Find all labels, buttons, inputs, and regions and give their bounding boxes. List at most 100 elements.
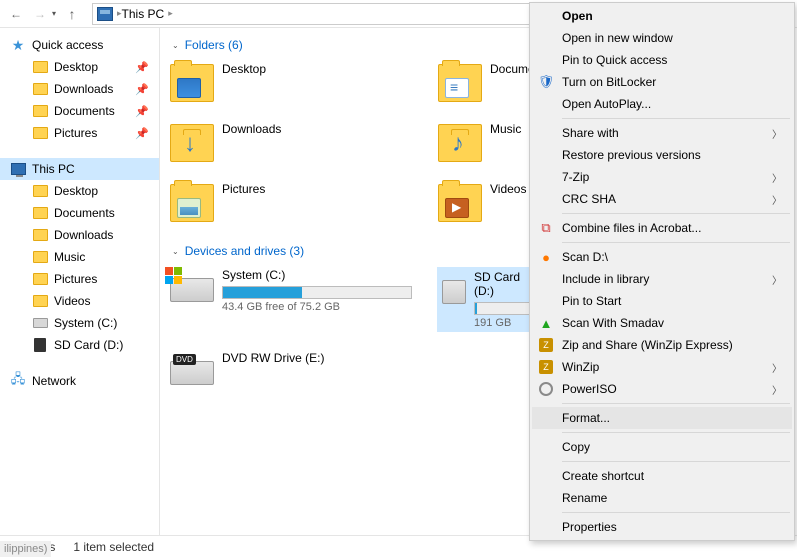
sidebar-pc-sd-d[interactable]: SD Card (D:) bbox=[0, 334, 159, 356]
capacity-bar bbox=[222, 286, 412, 299]
ctx-scan-d[interactable]: ● Scan D:\ bbox=[532, 246, 792, 268]
ctx-pin-quick-access[interactable]: Pin to Quick access bbox=[532, 49, 792, 71]
item-label: Music bbox=[490, 122, 521, 136]
breadcrumb-location[interactable]: This PC bbox=[122, 7, 165, 21]
sidebar-label: Documents bbox=[54, 206, 115, 220]
history-dropdown[interactable]: ▾ bbox=[52, 9, 56, 18]
ctx-label: Combine files in Acrobat... bbox=[562, 221, 701, 235]
collapse-icon[interactable]: ⌄ bbox=[172, 41, 179, 50]
ctx-winzip-share[interactable]: Z Zip and Share (WinZip Express) bbox=[532, 334, 792, 356]
drive-item-system-c[interactable]: System (C:) 43.4 GB free of 75.2 GB bbox=[170, 268, 420, 331]
folder-icon bbox=[33, 207, 48, 219]
ctx-label: 7-Zip bbox=[562, 170, 589, 184]
drive-item-sd-d[interactable]: SD Card (D:) 191 GB bbox=[438, 268, 538, 331]
back-button[interactable]: ← bbox=[4, 2, 28, 26]
sidebar-qa-desktop[interactable]: Desktop📌 bbox=[0, 56, 159, 78]
ctx-smadav[interactable]: ▲Scan With Smadav bbox=[532, 312, 792, 334]
ctx-crc-sha[interactable]: CRC SHA〉 bbox=[532, 188, 792, 210]
submenu-arrow-icon: 〉 bbox=[772, 126, 782, 141]
sidebar-this-pc[interactable]: This PC bbox=[0, 158, 159, 180]
ctx-label: Scan D:\ bbox=[562, 250, 608, 264]
sidebar-network[interactable]: 🖧 Network bbox=[0, 370, 159, 392]
item-label: SD Card (D:) bbox=[474, 270, 534, 298]
folder-large-icon bbox=[438, 184, 482, 222]
winzip-icon: Z bbox=[538, 338, 554, 352]
separator bbox=[562, 118, 790, 119]
context-menu: Open Open in new window Pin to Quick acc… bbox=[529, 2, 795, 541]
ctx-copy[interactable]: Copy bbox=[532, 436, 792, 458]
ctx-label: Format... bbox=[562, 411, 610, 425]
ctx-restore-versions[interactable]: Restore previous versions bbox=[532, 144, 792, 166]
folder-item-pictures[interactable]: Pictures bbox=[170, 182, 420, 222]
ctx-label: Include in library bbox=[562, 272, 649, 286]
sidebar-label: System (C:) bbox=[54, 316, 117, 330]
pin-icon: 📌 bbox=[135, 127, 149, 140]
ctx-include-library[interactable]: Include in library〉 bbox=[532, 268, 792, 290]
navigation-pane: ★ Quick access Desktop📌 Downloads📌 Docum… bbox=[0, 28, 160, 535]
ctx-label: Share with bbox=[562, 126, 619, 140]
sidebar-label: Quick access bbox=[32, 38, 103, 52]
this-pc-icon bbox=[97, 7, 113, 21]
sidebar-pc-videos[interactable]: Videos bbox=[0, 290, 159, 312]
smadav-icon: ▲ bbox=[538, 316, 554, 331]
ctx-label: Copy bbox=[562, 440, 590, 454]
sidebar-pc-pictures[interactable]: Pictures bbox=[0, 268, 159, 290]
sidebar-pc-desktop[interactable]: Desktop bbox=[0, 180, 159, 202]
ctx-label: Restore previous versions bbox=[562, 148, 701, 162]
sidebar-qa-pictures[interactable]: Pictures📌 bbox=[0, 122, 159, 144]
sidebar-label: Network bbox=[32, 374, 76, 388]
ctx-bitlocker[interactable]: 🛡Turn on BitLocker bbox=[532, 71, 792, 93]
separator bbox=[562, 512, 790, 513]
ctx-create-shortcut[interactable]: Create shortcut bbox=[532, 465, 792, 487]
ctx-winzip[interactable]: Z WinZip 〉 bbox=[532, 356, 792, 378]
winzip-icon: Z bbox=[538, 360, 554, 374]
sidebar-pc-documents[interactable]: Documents bbox=[0, 202, 159, 224]
sidebar-pc-music[interactable]: Music bbox=[0, 246, 159, 268]
ctx-rename[interactable]: Rename bbox=[532, 487, 792, 509]
forward-button[interactable]: → bbox=[28, 2, 52, 26]
drive-large-icon: DVD bbox=[170, 361, 214, 385]
separator bbox=[562, 403, 790, 404]
ctx-acrobat-combine[interactable]: ⧉Combine files in Acrobat... bbox=[532, 217, 792, 239]
submenu-arrow-icon: 〉 bbox=[772, 360, 782, 375]
ctx-label: Create shortcut bbox=[562, 469, 644, 483]
ctx-open-new-window[interactable]: Open in new window bbox=[532, 27, 792, 49]
collapse-icon[interactable]: ⌄ bbox=[172, 247, 179, 256]
pin-icon: 📌 bbox=[135, 83, 149, 96]
ctx-format[interactable]: Format... bbox=[532, 407, 792, 429]
ctx-open[interactable]: Open bbox=[532, 5, 792, 27]
folder-icon bbox=[33, 185, 48, 197]
sidebar-qa-downloads[interactable]: Downloads 📌 bbox=[0, 78, 159, 100]
folder-item-downloads[interactable]: Downloads bbox=[170, 122, 420, 162]
sidebar-qa-documents[interactable]: Documents📌 bbox=[0, 100, 159, 122]
folder-item-desktop[interactable]: Desktop bbox=[170, 62, 420, 102]
sidebar-quick-access[interactable]: ★ Quick access bbox=[0, 34, 159, 56]
ctx-label: Properties bbox=[562, 520, 617, 534]
sidebar-pc-downloads[interactable]: Downloads bbox=[0, 224, 159, 246]
ctx-share-with[interactable]: Share with 〉 bbox=[532, 122, 792, 144]
folder-large-icon bbox=[170, 64, 214, 102]
sidebar-label: Documents bbox=[54, 104, 115, 118]
drive-free-text: 191 GB bbox=[474, 317, 534, 329]
sidebar-label: Downloads bbox=[54, 82, 113, 96]
ctx-label: Zip and Share (WinZip Express) bbox=[562, 338, 733, 352]
ctx-autoplay[interactable]: Open AutoPlay... bbox=[532, 93, 792, 115]
avast-icon: ● bbox=[538, 250, 554, 265]
sidebar-pc-system-c[interactable]: System (C:) bbox=[0, 312, 159, 334]
folder-icon bbox=[33, 251, 48, 263]
ctx-label: PowerISO bbox=[562, 382, 617, 396]
ctx-7zip[interactable]: 7-Zip〉 bbox=[532, 166, 792, 188]
up-button[interactable]: ↑ bbox=[60, 2, 84, 26]
breadcrumb-chevron-icon[interactable]: ▸ bbox=[168, 8, 173, 19]
ctx-label: Open bbox=[562, 9, 593, 23]
pin-icon: 📌 bbox=[135, 61, 149, 74]
ctx-poweriso[interactable]: PowerISO〉 bbox=[532, 378, 792, 400]
sidebar-label: Music bbox=[54, 250, 85, 264]
ctx-label: Open AutoPlay... bbox=[562, 97, 651, 111]
sidebar-label: This PC bbox=[32, 162, 75, 176]
ctx-label: Rename bbox=[562, 491, 607, 505]
ctx-label: WinZip bbox=[562, 360, 599, 374]
ctx-properties[interactable]: Properties bbox=[532, 516, 792, 538]
ctx-pin-start[interactable]: Pin to Start bbox=[532, 290, 792, 312]
group-header-label: Folders (6) bbox=[185, 38, 243, 52]
